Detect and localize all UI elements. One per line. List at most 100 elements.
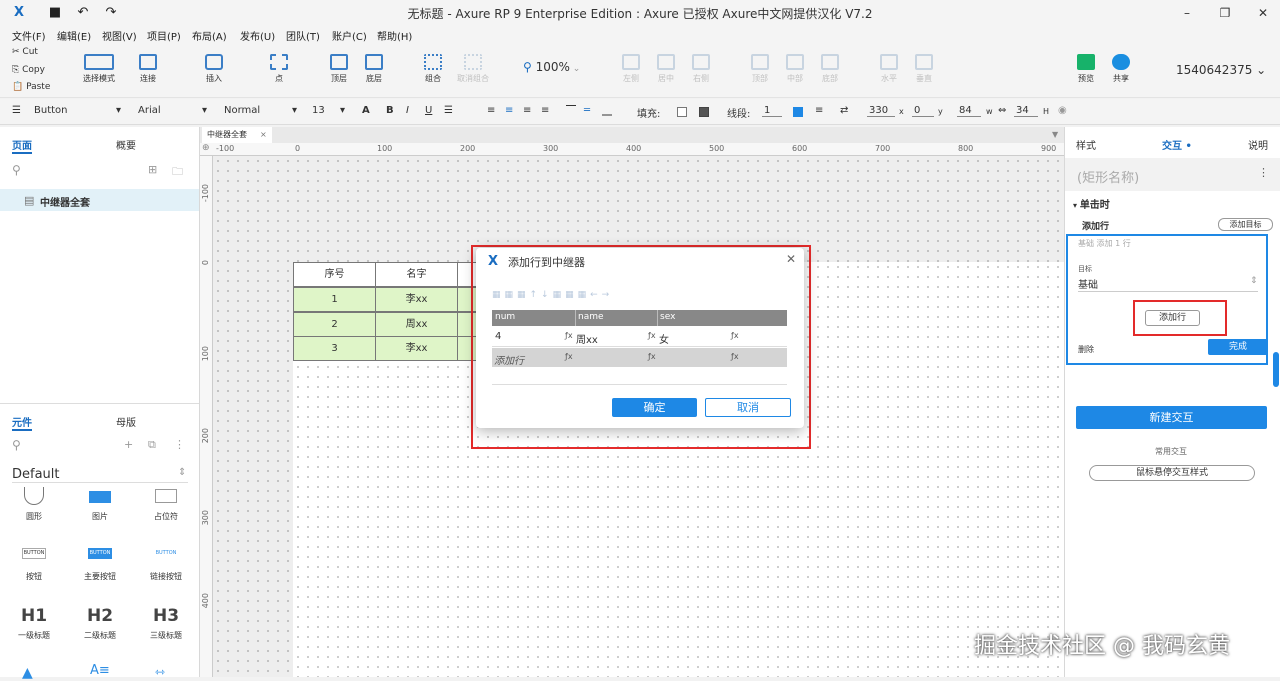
menu-account[interactable]: 账户(C) [332,28,367,43]
library-icon[interactable]: ⧉ [148,438,156,452]
plus-icon[interactable]: + [124,438,133,451]
copy-button[interactable]: ⎘ Copy [12,65,45,75]
done-button[interactable]: 完成 [1208,339,1268,355]
lock-ratio-icon[interactable]: ⇔ [998,105,1006,116]
widget-type-select[interactable]: Button ▾ [34,105,124,116]
widget-link-button[interactable]: BUTTON 链接按钮 [141,548,191,582]
menu-file[interactable]: 文件(F) [12,28,46,43]
shadow-swatch[interactable] [699,107,709,117]
zoom-select[interactable]: ⚲ 100% ⌄ [523,60,580,74]
tab-notes[interactable]: 说明 [1248,137,1268,152]
line-style-icon[interactable]: ≡ [815,105,823,116]
send-bottom-button[interactable]: 底层 [352,54,396,84]
fx-icon[interactable]: ƒx [565,331,573,340]
table-cell[interactable]: 李xx [375,287,458,312]
tab-masters[interactable]: 母版 [116,414,136,429]
valign-top-icon[interactable]: ⎺ [566,105,576,116]
new-interaction-button[interactable]: 新建交互 [1076,406,1267,429]
target-select[interactable]: 基础 ⇕ [1078,276,1258,292]
font-style-select[interactable]: Normal ▾ [224,105,300,116]
widget-h1[interactable]: H1 一级标题 [9,606,59,641]
cell-sex[interactable]: 女 [659,331,669,346]
maximize-icon[interactable]: ❐ [1210,3,1240,23]
valign-middle-icon[interactable]: ═ [584,105,590,116]
tab-dropdown-icon[interactable]: ▼ [1052,130,1058,139]
ok-button[interactable]: 确定 [612,398,697,417]
widget-button[interactable]: BUTTON 按钮 [9,548,59,582]
tab-pages[interactable]: 页面 [12,137,32,154]
bold-icon[interactable]: B [386,105,394,116]
font-size-select[interactable]: 13 ▾ [312,105,350,116]
x-input[interactable]: 330 [867,105,895,117]
menu-team[interactable]: 团队(T) [286,28,320,43]
select-mode-button[interactable]: 选择模式 [76,54,122,84]
w-input[interactable]: 84 [957,105,981,117]
widget-h3[interactable]: H3 三级标题 [141,606,191,641]
valign-bottom-icon[interactable]: ⎽ [602,105,612,116]
search-icon[interactable]: ⚲ [12,163,21,177]
share-button[interactable]: 共享 [1099,54,1143,84]
arrow-style-icon[interactable]: ⇄ [840,105,848,116]
align-text-center-icon[interactable]: ≡ [505,105,513,116]
fx-icon[interactable]: ƒx [565,352,573,361]
y-input[interactable]: 0 [912,105,934,117]
search-icon[interactable]: ⚲ [12,438,21,452]
menu-layout[interactable]: 布局(A) [192,28,227,43]
list-icon[interactable]: ☰ [444,105,453,116]
hover-style-button[interactable]: 鼠标悬停交互样式 [1089,465,1255,481]
tab-interactions[interactable]: 交互 • [1162,137,1192,152]
menu-publish[interactable]: 发布(U) [240,28,275,43]
action-label[interactable]: 添加行 [1082,219,1109,232]
widget-placeholder[interactable]: 占位符 [141,487,191,522]
text-widget-icon[interactable]: ▲ [22,665,33,681]
dialog-table-row[interactable]: 4 ƒx 周xx ƒx 女 ƒx [492,326,787,347]
minimize-icon[interactable]: – [1172,3,1202,23]
tab-widgets[interactable]: 元件 [12,414,32,431]
insert-button[interactable]: 插入 [192,54,236,84]
close-icon[interactable]: ✕ [786,252,796,266]
underline-icon[interactable]: U [425,105,432,116]
table-header-cell[interactable]: 序号 [293,262,376,287]
account-menu[interactable]: 1540642375 ⌄ [1176,63,1266,77]
table-cell[interactable]: 周xx [375,312,458,337]
h-input[interactable]: 34 [1014,105,1038,117]
font-color-icon[interactable]: A [362,105,370,116]
table-cell[interactable]: 3 [293,336,376,361]
menu-edit[interactable]: 编辑(E) [57,28,91,43]
group-button[interactable]: 组合 [411,54,455,84]
cell-num[interactable]: 4 [495,331,501,342]
widget-circle[interactable]: 圆形 [9,487,59,522]
align-bottom-button[interactable]: 底部 [808,54,852,84]
fx-icon[interactable]: ƒx [731,352,739,361]
align-right-button[interactable]: 右侧 [679,54,723,84]
distribute-vertical-button[interactable]: 垂直 [902,54,946,84]
close-icon[interactable]: ✕ [1248,3,1278,23]
tab-repeater[interactable]: 中继器全套 × [202,127,272,143]
menu-view[interactable]: 视图(V) [102,28,137,43]
fx-icon[interactable]: ƒx [731,331,739,340]
more-icon[interactable]: ⋮ [1258,166,1269,179]
table-cell[interactable]: 2 [293,312,376,337]
add-row-link[interactable]: 添加行 [494,352,524,367]
fill-color-swatch[interactable] [677,107,687,117]
add-target-button[interactable]: 添加目标 [1218,218,1273,231]
table-cell[interactable]: 1 [293,287,376,312]
italic-icon[interactable]: I [406,105,409,116]
fx-icon[interactable]: ƒx [648,352,656,361]
tab-outline[interactable]: 概要 [116,137,136,152]
cancel-button[interactable]: 取消 [705,398,791,417]
tab-style[interactable]: 样式 [1076,137,1096,152]
add-folder-icon[interactable]: 🗀 [172,163,183,182]
widget-name-field[interactable]: (矩形名称) ⋮ [1065,158,1280,191]
font-select[interactable]: Arial ▾ [138,105,210,116]
line-color-swatch[interactable] [793,107,803,117]
paragraph-widget-icon[interactable]: A≡ [90,663,110,678]
cut-button[interactable]: ✂ Cut [12,47,38,57]
add-page-icon[interactable]: ⊞ [148,163,157,176]
table-cell[interactable]: 李xx [375,336,458,361]
ungroup-button[interactable]: 取消组合 [451,54,495,84]
align-text-left-icon[interactable]: ≡ [487,105,495,116]
scrollbar[interactable] [1273,352,1279,387]
more-icon[interactable]: ⋮ [174,438,185,451]
widget-image[interactable]: 图片 [75,487,125,522]
